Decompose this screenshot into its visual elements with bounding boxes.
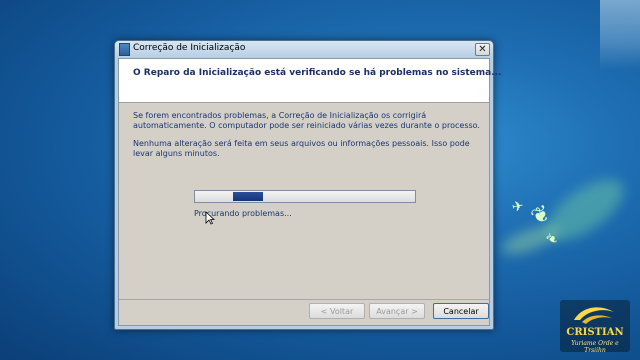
channel-watermark: CRISTIAN Yuriame Orde e Trsiihn — [560, 300, 630, 354]
dialog-body: O Reparo da Inicialização está verifican… — [118, 58, 501, 326]
watermark-name: CRISTIAN — [566, 327, 624, 338]
back-button[interactable]: < Voltar — [309, 303, 365, 319]
info-paragraph-1: Se forem encontrados problemas, a Correç… — [133, 111, 480, 130]
dialog-heading: O Reparo da Inicialização está verifican… — [133, 68, 502, 78]
window-title: Correção de Inicialização — [133, 43, 246, 53]
next-button[interactable]: Avançar > — [369, 303, 425, 319]
progress-marquee — [233, 192, 263, 201]
app-window-icon — [119, 43, 130, 56]
mouse-pointer-icon — [205, 211, 215, 225]
info-paragraph-2: Nenhuma alteração será feita em seus arq… — [133, 139, 470, 158]
close-button[interactable]: ✕ — [475, 43, 490, 56]
title-bar[interactable]: Correção de Inicialização ✕ — [115, 41, 493, 57]
progress-bar — [194, 190, 416, 203]
bird-icon: ✈ — [510, 198, 526, 216]
cancel-button[interactable]: Cancelar — [433, 303, 489, 319]
footer-divider — [119, 299, 489, 300]
wave-logo-icon — [574, 307, 614, 324]
header-band: O Reparo da Inicialização está verifican… — [119, 59, 501, 103]
desktop-corner-glow — [600, 0, 640, 70]
startup-repair-window: Correção de Inicialização ✕ O Reparo da … — [114, 40, 501, 330]
watermark-subtitle: Yuriame Orde e Trsiihn — [571, 340, 619, 354]
